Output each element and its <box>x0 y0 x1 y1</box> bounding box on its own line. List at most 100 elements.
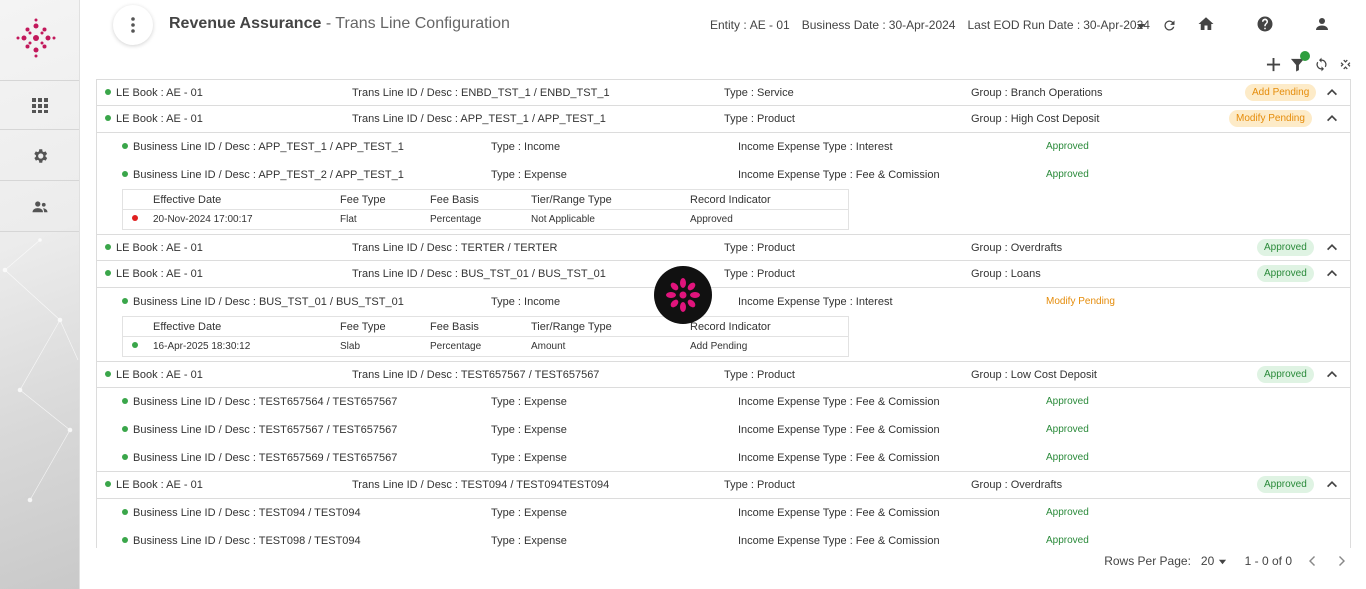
trans-line-id-cell: Trans Line ID / Desc : APP_TEST_1 / APP_… <box>352 113 606 125</box>
network-background-graphic <box>2 238 79 503</box>
business-line-row[interactable]: Business Line ID / Desc : TEST657569 / T… <box>97 444 1350 472</box>
gear-icon <box>34 148 48 163</box>
status-badge: Modify Pending <box>1229 110 1312 127</box>
fee-table-header: Effective Date Fee Type Fee Basis Tier/R… <box>123 317 848 337</box>
status-dot <box>122 454 128 460</box>
fee-table: Effective Date Fee Type Fee Basis Tier/R… <box>122 316 849 357</box>
business-line-text: Business Line ID / Desc : APP_TEST_2 / A… <box>133 169 404 181</box>
chevron-up-icon <box>1327 270 1337 277</box>
business-line-cell: Business Line ID / Desc : TEST657567 / T… <box>122 424 397 436</box>
fee-row[interactable]: 20-Nov-2024 17:00:17 Flat Percentage Not… <box>123 210 848 229</box>
status-dot <box>122 143 128 149</box>
type-cell: Type : Product <box>724 268 795 280</box>
business-line-row[interactable]: Business Line ID / Desc : TEST094 / TEST… <box>97 499 1350 527</box>
col-record-indicator: Record Indicator <box>690 321 771 333</box>
col-fee-type: Fee Type <box>340 194 386 206</box>
trans-line-row[interactable]: LE Book : AE - 01 Trans Line ID / Desc :… <box>97 106 1350 133</box>
status-dot <box>122 298 128 304</box>
status-dot <box>122 537 128 543</box>
collapse-toggle[interactable] <box>1326 267 1338 279</box>
entity-dropdown-button[interactable] <box>1131 16 1151 36</box>
reload-button[interactable] <box>1312 55 1330 73</box>
line-status: Approved <box>1046 396 1089 407</box>
status-dot <box>122 171 128 177</box>
business-line-row[interactable]: Business Line ID / Desc : APP_TEST_1 / A… <box>97 133 1350 161</box>
col-fee-basis: Fee Basis <box>430 321 479 333</box>
business-line-cell: Business Line ID / Desc : TEST094 / TEST… <box>122 507 361 519</box>
refresh-button[interactable] <box>1159 15 1179 35</box>
fee-tier-range-type: Amount <box>531 341 566 352</box>
business-line-row[interactable]: Business Line ID / Desc : TEST098 / TEST… <box>97 527 1350 548</box>
le-book-cell: LE Book : AE - 01 <box>105 479 203 491</box>
line-type-cell: Type : Expense <box>491 535 567 547</box>
collapse-toggle[interactable] <box>1326 478 1338 490</box>
business-line-row[interactable]: Business Line ID / Desc : TEST657567 / T… <box>97 416 1350 444</box>
trans-line-row[interactable]: LE Book : AE - 01 Trans Line ID / Desc :… <box>97 361 1350 388</box>
collapse-toggle[interactable] <box>1326 112 1338 124</box>
business-line-row[interactable]: Business Line ID / Desc : TEST657564 / T… <box>97 388 1350 416</box>
le-book-text: LE Book : AE - 01 <box>116 369 203 381</box>
status-dot <box>105 371 111 377</box>
caret-down-icon <box>1218 560 1226 565</box>
expand-toggle[interactable] <box>1326 241 1338 253</box>
type-cell: Type : Service <box>724 87 794 99</box>
income-expense-type-cell: Income Expense Type : Fee & Comission <box>738 169 940 181</box>
business-line-cell: Business Line ID / Desc : APP_TEST_1 / A… <box>122 141 404 153</box>
user-management-button[interactable] <box>0 182 79 232</box>
help-button[interactable] <box>1255 14 1275 34</box>
income-expense-type-cell: Income Expense Type : Fee & Comission <box>738 396 940 408</box>
expand-toggle[interactable] <box>1326 86 1338 98</box>
line-type-cell: Type : Expense <box>491 396 567 408</box>
trans-line-id-cell: Trans Line ID / Desc : ENBD_TST_1 / ENBD… <box>352 87 610 99</box>
line-type-cell: Type : Expense <box>491 424 567 436</box>
more-menu-button[interactable] <box>113 5 153 45</box>
col-effective-date: Effective Date <box>153 194 222 206</box>
collapse-all-button[interactable] <box>1336 55 1354 73</box>
business-date-value: 30-Apr-2024 <box>888 18 956 32</box>
collapse-toggle[interactable] <box>1326 368 1338 380</box>
apps-grid-button[interactable] <box>0 80 79 130</box>
status-dot <box>122 509 128 515</box>
trans-line-id-cell: Trans Line ID / Desc : TERTER / TERTER <box>352 242 558 254</box>
status-dot <box>105 270 111 276</box>
fee-status-cell <box>132 214 143 225</box>
status-dot <box>105 89 111 95</box>
le-book-text: LE Book : AE - 01 <box>116 242 203 254</box>
user-profile-button[interactable] <box>1312 14 1332 34</box>
loading-spinner <box>654 266 712 324</box>
app-logo[interactable] <box>14 16 58 60</box>
business-line-cell: Business Line ID / Desc : TEST098 / TEST… <box>122 535 361 547</box>
trans-line-row[interactable]: LE Book : AE - 01 Trans Line ID / Desc :… <box>97 472 1350 499</box>
business-line-text: Business Line ID / Desc : TEST657569 / T… <box>133 452 398 464</box>
status-dot <box>132 215 138 221</box>
status-badge: Approved <box>1257 265 1314 282</box>
home-icon <box>1198 17 1214 30</box>
fee-type: Flat <box>340 214 357 225</box>
line-status: Approved <box>1046 169 1089 180</box>
group-cell: Group : Low Cost Deposit <box>971 369 1097 381</box>
le-book-text: LE Book : AE - 01 <box>116 268 203 280</box>
business-line-row[interactable]: Business Line ID / Desc : BUS_TST_01 / B… <box>97 288 1350 316</box>
filter-button[interactable] <box>1288 51 1310 73</box>
trans-line-row[interactable]: LE Book : AE - 01 Trans Line ID / Desc :… <box>97 234 1350 261</box>
trans-line-row[interactable]: LE Book : AE - 01 Trans Line ID / Desc :… <box>97 261 1350 288</box>
more-vertical-icon <box>131 17 135 33</box>
le-book-cell: LE Book : AE - 01 <box>105 242 203 254</box>
fee-type: Slab <box>340 341 361 352</box>
trans-line-row[interactable]: LE Book : AE - 01 Trans Line ID / Desc :… <box>97 79 1350 106</box>
status-badge: Approved <box>1257 476 1314 493</box>
settings-button[interactable] <box>0 131 79 181</box>
business-line-cell: Business Line ID / Desc : TEST657569 / T… <box>122 452 397 464</box>
business-line-row[interactable]: Business Line ID / Desc : APP_TEST_2 / A… <box>97 161 1350 189</box>
next-page-button[interactable] <box>1334 554 1348 568</box>
line-type-cell: Type : Expense <box>491 507 567 519</box>
le-book-text: LE Book : AE - 01 <box>116 113 203 125</box>
rows-per-page-select[interactable]: 20 <box>1201 554 1227 568</box>
home-button[interactable] <box>1196 14 1216 34</box>
prev-page-button[interactable] <box>1306 554 1320 568</box>
status-dot <box>105 115 111 121</box>
fee-row[interactable]: 16-Apr-2025 18:30:12 Slab Percentage Amo… <box>123 337 848 356</box>
caret-down-icon <box>1137 24 1145 29</box>
add-button[interactable] <box>1264 55 1282 73</box>
line-status: Modify Pending <box>1046 296 1115 307</box>
